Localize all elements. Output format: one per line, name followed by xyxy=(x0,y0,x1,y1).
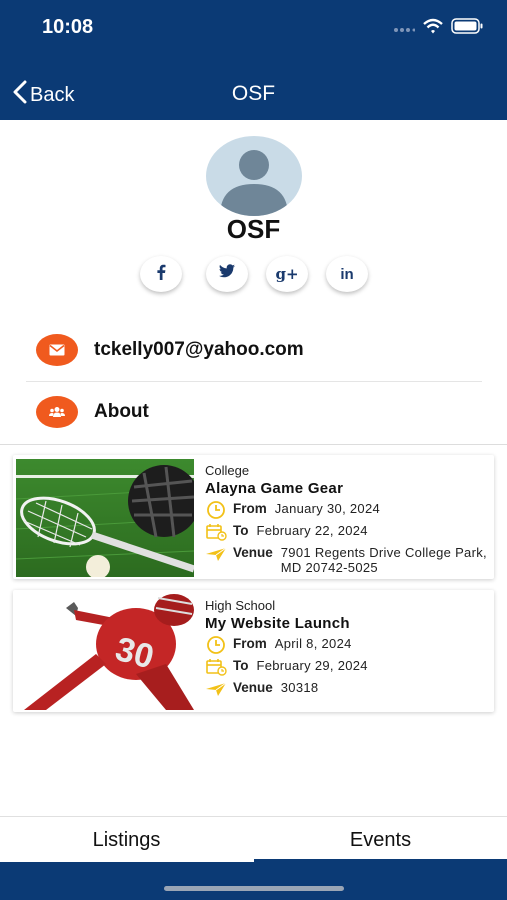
venue-label: Venue xyxy=(233,680,273,695)
to-row: To February 29, 2024 xyxy=(205,658,488,676)
twitter-icon xyxy=(218,264,236,284)
tab-events[interactable]: Events xyxy=(254,817,507,863)
about-text: About xyxy=(94,401,149,422)
email-text: tckelly007@yahoo.com xyxy=(94,339,304,360)
facebook-icon xyxy=(154,264,168,285)
home-indicator-area xyxy=(0,862,507,900)
home-indicator[interactable] xyxy=(164,886,344,891)
section-divider xyxy=(0,444,507,445)
to-label: To xyxy=(233,658,249,673)
event-details: High School My Website Launch From April… xyxy=(205,598,488,698)
to-label: To xyxy=(233,523,249,538)
email-icon xyxy=(36,334,78,366)
status-icons xyxy=(393,18,483,39)
venue-address: 7901 Regents Drive College Park, MD 2074… xyxy=(280,545,487,575)
to-row: To February 22, 2024 xyxy=(205,523,488,541)
event-image-football: 30 xyxy=(16,594,194,710)
event-category: College xyxy=(205,463,250,478)
event-title: Alayna Game Gear xyxy=(205,480,344,497)
status-bar: 10:08 xyxy=(0,0,507,60)
about-row[interactable]: About xyxy=(26,382,482,442)
google-plus-button[interactable]: g+ xyxy=(266,256,308,292)
profile-name: OSF xyxy=(226,214,281,244)
signal-dots-icon xyxy=(393,20,416,38)
page-title: OSF xyxy=(231,82,276,105)
status-time: 10:08 xyxy=(42,16,94,38)
clock-icon xyxy=(205,636,227,654)
paper-plane-icon xyxy=(205,680,227,698)
from-date: January 30, 2024 xyxy=(274,501,381,516)
from-row: From January 30, 2024 xyxy=(205,501,488,519)
twitter-button[interactable] xyxy=(206,256,248,292)
event-title: My Website Launch xyxy=(205,615,350,632)
navigation-bar: Back OSF xyxy=(0,60,507,120)
people-icon xyxy=(36,396,78,428)
calendar-icon xyxy=(205,523,227,541)
battery-icon xyxy=(451,18,483,39)
venue-address: 30318 xyxy=(280,680,319,695)
from-date: April 8, 2024 xyxy=(274,636,352,651)
facebook-button[interactable] xyxy=(140,256,182,292)
calendar-icon xyxy=(205,658,227,676)
venue-row: Venue 7901 Regents Drive College Park, M… xyxy=(205,545,488,575)
from-label: From xyxy=(233,636,267,651)
avatar xyxy=(206,136,302,216)
event-card[interactable]: College Alayna Game Gear From January 30… xyxy=(13,455,494,579)
event-card[interactable]: 30 High School My Website Launch From Ap… xyxy=(13,590,494,712)
event-image-lacrosse xyxy=(16,459,194,577)
tab-listings[interactable]: Listings xyxy=(0,817,253,863)
tab-bar: Listings Events xyxy=(0,816,507,863)
email-row[interactable]: tckelly007@yahoo.com xyxy=(26,320,482,380)
to-date: February 29, 2024 xyxy=(256,658,368,673)
venue-row: Venue 30318 xyxy=(205,680,488,698)
from-row: From April 8, 2024 xyxy=(205,636,488,654)
venue-label: Venue xyxy=(233,545,273,560)
google-plus-icon: g+ xyxy=(275,265,299,283)
linkedin-button[interactable]: in xyxy=(326,256,368,292)
clock-icon xyxy=(205,501,227,519)
wifi-icon xyxy=(423,18,443,39)
from-label: From xyxy=(233,501,267,516)
event-category: High School xyxy=(205,598,276,613)
linkedin-icon: in xyxy=(340,265,354,283)
paper-plane-icon xyxy=(205,545,227,563)
to-date: February 22, 2024 xyxy=(256,523,368,538)
event-details: College Alayna Game Gear From January 30… xyxy=(205,463,488,575)
